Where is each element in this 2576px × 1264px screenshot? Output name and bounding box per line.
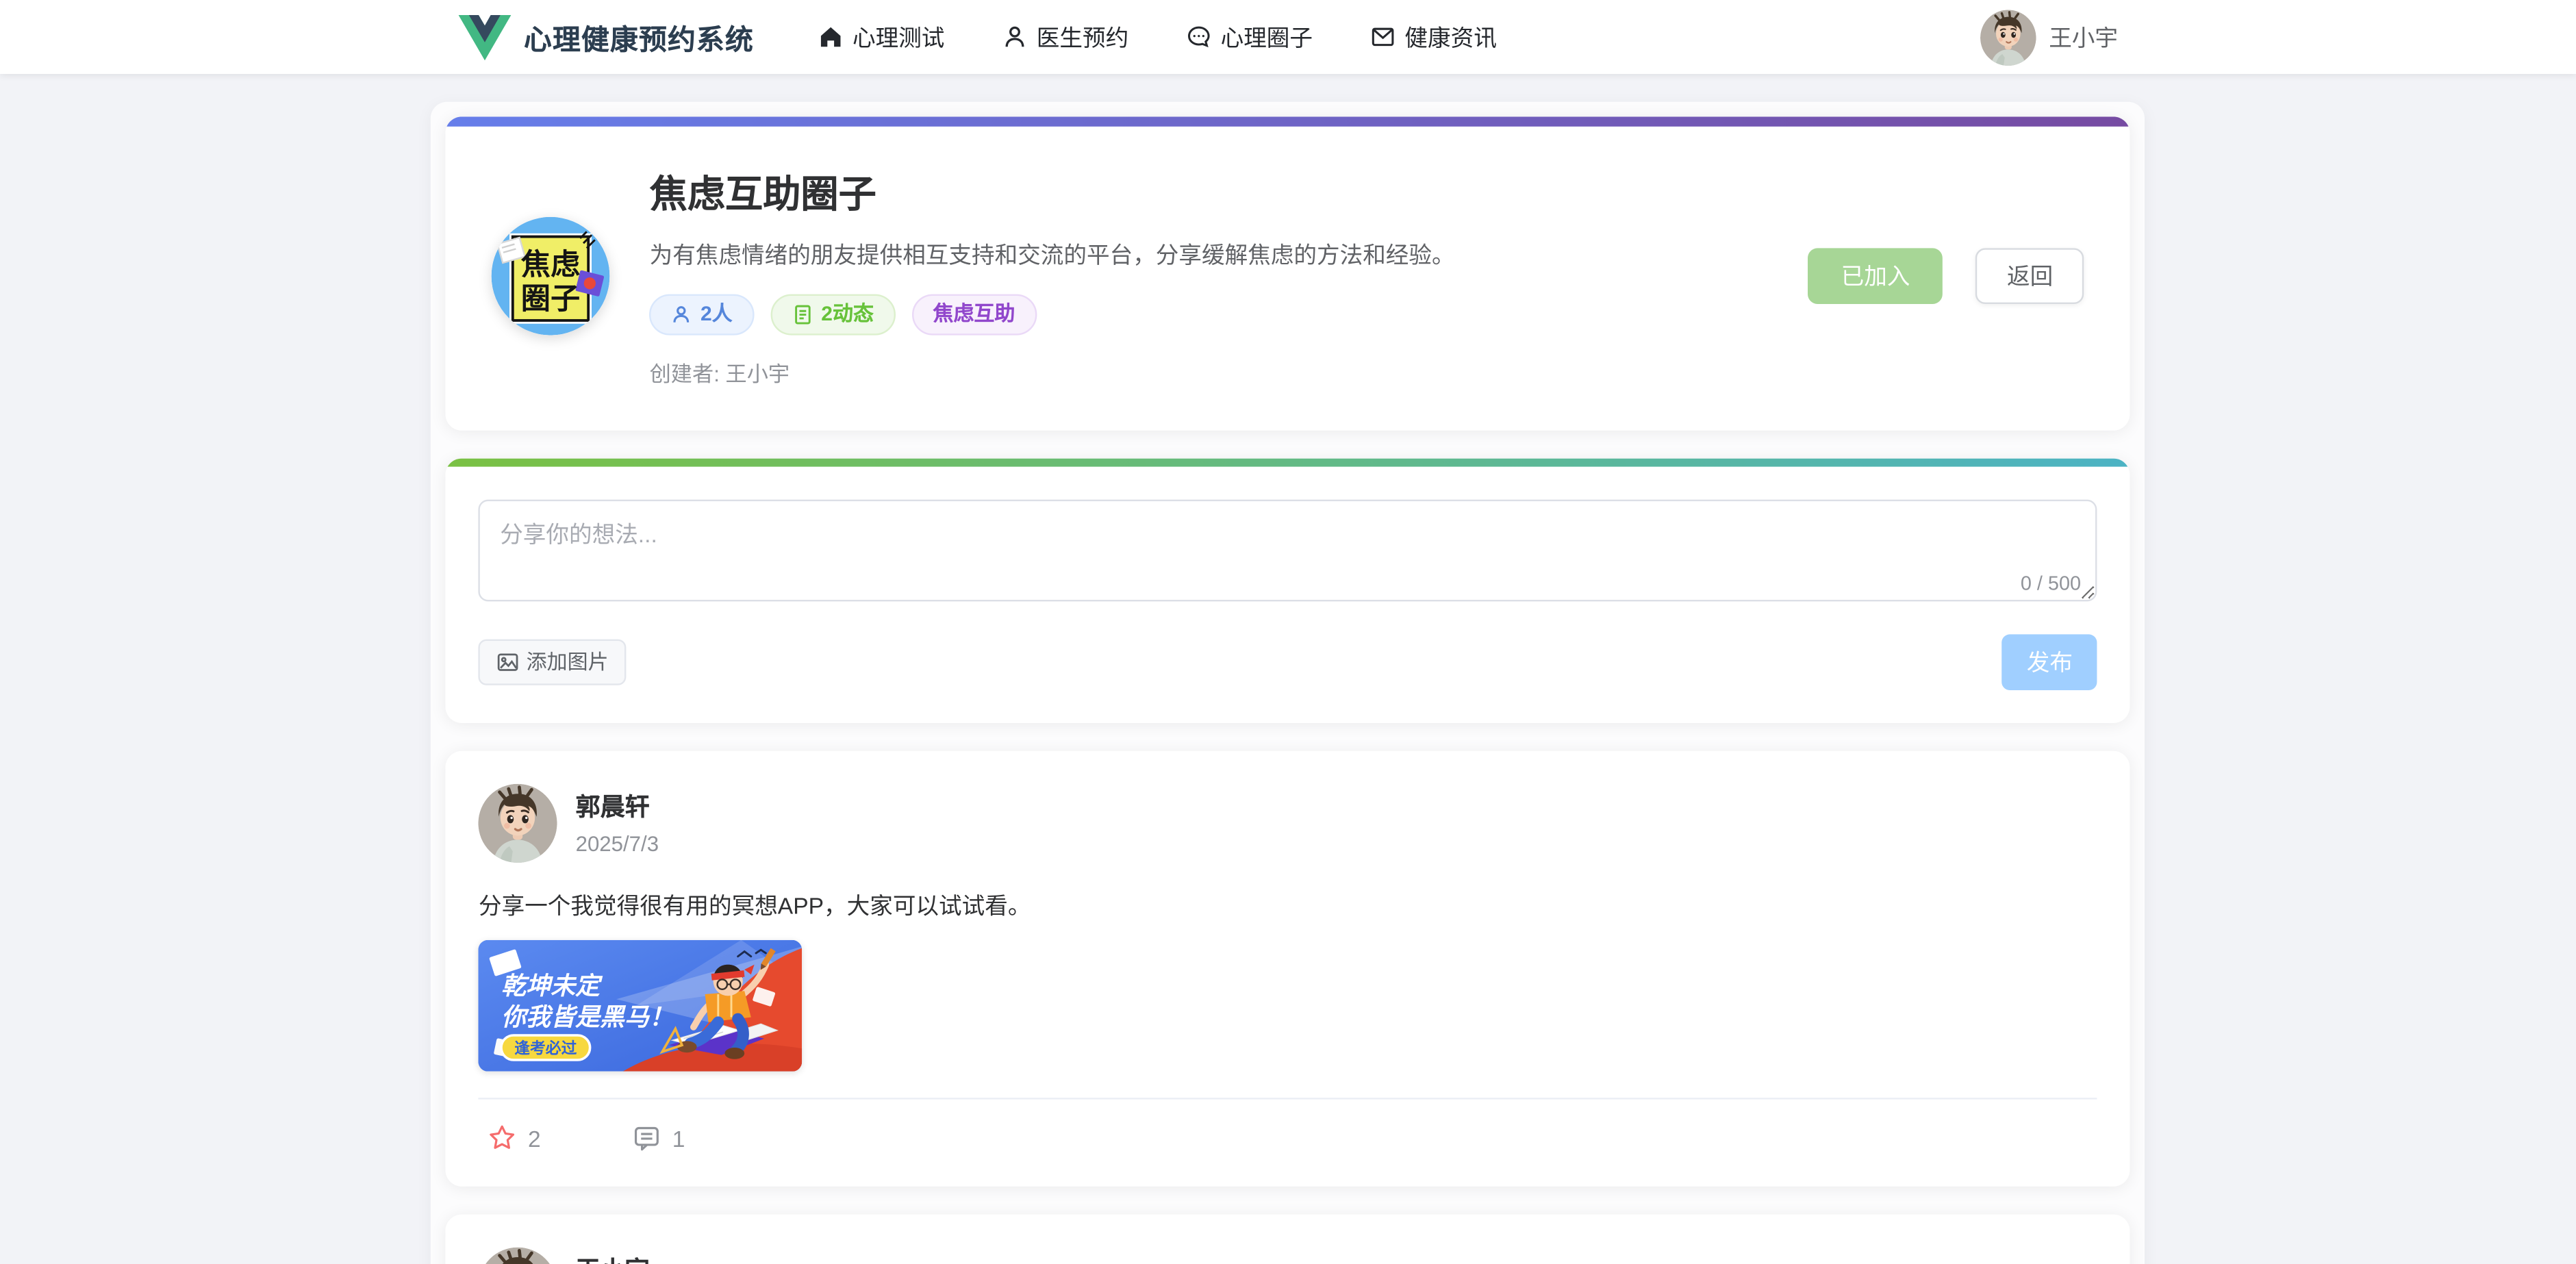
creator-line: 创建者: 王小宇 [650, 357, 1769, 388]
circle-avatar-text-2: 圈子 [521, 282, 580, 315]
circle-title: 焦虑互助圈子 [650, 163, 1769, 219]
nav-item-label: 医生预约 [1037, 21, 1128, 53]
user-icon [1000, 23, 1028, 51]
circle-avatar: 焦虑 圈子 [492, 216, 610, 335]
app-root: 心理健康预约系统 心理测试 医生预约 [0, 0, 2576, 1264]
post-card: 王小宇 2025/7/2 最近感觉压力很大，有什么好的放松方法吗？ [446, 1215, 2130, 1264]
star-icon [488, 1124, 516, 1152]
comment-icon [633, 1124, 661, 1152]
brand[interactable]: 心理健康预约系统 [458, 14, 754, 60]
mail-icon [1369, 23, 1397, 51]
nav-item-doctor-booking[interactable]: 医生预约 [1000, 21, 1128, 53]
post-author-avatar [479, 1248, 557, 1264]
home-icon [816, 23, 844, 51]
document-icon [792, 304, 813, 325]
nav-user-name: 王小宇 [2049, 21, 2118, 53]
comment-count: 1 [672, 1125, 685, 1151]
add-image-button[interactable]: 添加图片 [479, 640, 627, 685]
nav-item-label: 健康资讯 [1404, 21, 1496, 53]
circle-tag-badge: 焦虑互助 [911, 294, 1036, 335]
members-badge: 2人 [650, 294, 754, 336]
nav-item-tests[interactable]: 心理测试 [816, 21, 944, 53]
vue-logo-icon [458, 14, 511, 60]
nav-menu: 心理测试 医生预约 心理圈子 [816, 21, 1497, 53]
banner-text-line1: 乾坤未定 [502, 972, 604, 1000]
post-attached-image[interactable]: 乾坤未定 你我皆是黑马！ 逢考必过 [479, 940, 803, 1072]
composer-accent-strip [446, 459, 2130, 467]
posts-count-badge: 2动态 [770, 294, 895, 336]
nav-item-label: 心理圈子 [1221, 21, 1313, 53]
comment-button[interactable]: 1 [623, 1122, 695, 1154]
publish-button[interactable]: 发布 [2002, 634, 2097, 690]
circle-badges: 2人 2动态 焦虑互助 [650, 294, 1769, 336]
post-author-name: 郭晨轩 [576, 784, 659, 824]
circle-card-accent-strip [446, 116, 2130, 126]
brand-name: 心理健康预约系统 [524, 16, 754, 58]
people-icon [671, 304, 692, 325]
post-date: 2025/7/3 [576, 831, 659, 856]
like-count: 2 [528, 1125, 541, 1151]
nav-user-menu[interactable]: 王小宇 [1980, 9, 2118, 65]
banner-badge: 逢考必过 [515, 1039, 577, 1057]
image-icon [496, 650, 520, 674]
circle-avatar-text-1: 焦虑 [521, 248, 580, 281]
back-button[interactable]: 返回 [1975, 247, 2084, 303]
page-container: 焦虑 圈子 焦虑互助圈子 为有焦虑情绪的朋友提供相互支持和交流的平台，分享缓解焦… [431, 102, 2145, 1264]
like-button[interactable]: 2 [479, 1122, 551, 1154]
banner-text-line2: 你我皆是黑马！ [502, 1003, 674, 1031]
post-content: 分享一个我觉得很有用的冥想APP，大家可以试试看。 [479, 889, 2097, 923]
post-composer-card: 0 / 500 添加图片 发布 [446, 459, 2130, 723]
post-author-name: 王小宇 [576, 1248, 659, 1264]
post-author-avatar [479, 784, 557, 863]
nav-item-health-news[interactable]: 健康资讯 [1369, 21, 1497, 53]
circle-description: 为有焦虑情绪的朋友提供相互支持和交流的平台，分享缓解焦虑的方法和经验。 [650, 238, 1769, 271]
joined-button[interactable]: 已加入 [1808, 247, 1943, 303]
user-avatar [1980, 9, 2036, 65]
circle-header-card: 焦虑 圈子 焦虑互助圈子 为有焦虑情绪的朋友提供相互支持和交流的平台，分享缓解焦… [446, 116, 2130, 430]
post-footer: 2 1 [479, 1100, 2097, 1164]
nav-item-label: 心理测试 [853, 21, 944, 53]
nav-item-circles[interactable]: 心理圈子 [1185, 21, 1313, 53]
top-navbar: 心理健康预约系统 心理测试 医生预约 [0, 0, 2576, 74]
post-card: 郭晨轩 2025/7/3 分享一个我觉得很有用的冥想APP，大家可以试试看。 [446, 751, 2130, 1187]
circle-actions: 已加入 返回 [1808, 247, 2084, 303]
chat-icon [1185, 23, 1213, 51]
share-thought-input[interactable] [479, 500, 2097, 602]
